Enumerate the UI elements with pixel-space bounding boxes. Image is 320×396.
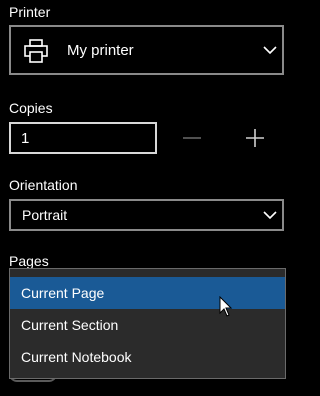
printer-select[interactable]: My printer (9, 25, 284, 75)
plus-icon[interactable] (242, 125, 268, 151)
minus-icon[interactable] (179, 125, 205, 151)
orientation-label: Orientation (9, 177, 78, 193)
printer-icon (24, 39, 48, 63)
mouse-cursor-icon (219, 296, 233, 317)
copies-input[interactable]: 1 (9, 122, 157, 154)
printer-label: Printer (9, 4, 51, 20)
pages-option-current-notebook[interactable]: Current Notebook (10, 341, 285, 373)
pages-dropdown-list: Current Page Current Section Current Not… (9, 268, 286, 379)
copies-label: Copies (9, 100, 53, 116)
orientation-selected-value: Portrait (22, 207, 68, 223)
copies-value: 1 (21, 130, 30, 147)
pages-label: Pages (9, 253, 49, 269)
chevron-down-icon (263, 46, 277, 55)
printer-selected-value: My printer (67, 42, 134, 59)
pages-option-current-page[interactable]: Current Page (10, 277, 285, 309)
chevron-down-icon (263, 211, 277, 220)
pages-option-current-section[interactable]: Current Section (10, 309, 285, 341)
orientation-select[interactable]: Portrait (9, 199, 284, 231)
